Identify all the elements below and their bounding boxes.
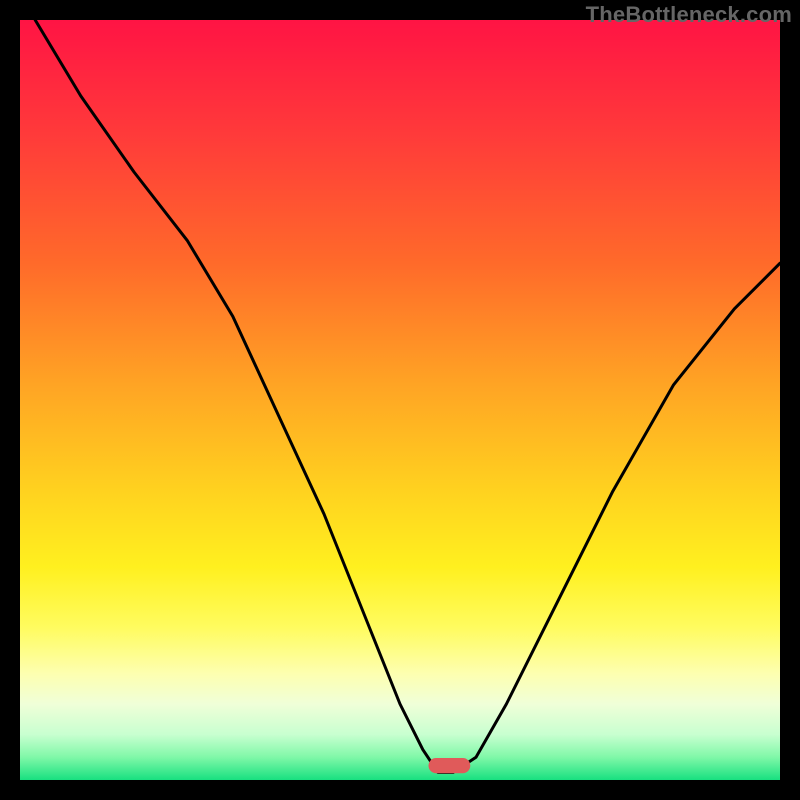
- chart-frame: TheBottleneck.com: [0, 0, 800, 800]
- optimal-marker: [429, 758, 471, 773]
- plot-area: [20, 20, 780, 780]
- bottleneck-chart-svg: [20, 20, 780, 780]
- watermark-text: TheBottleneck.com: [586, 2, 792, 28]
